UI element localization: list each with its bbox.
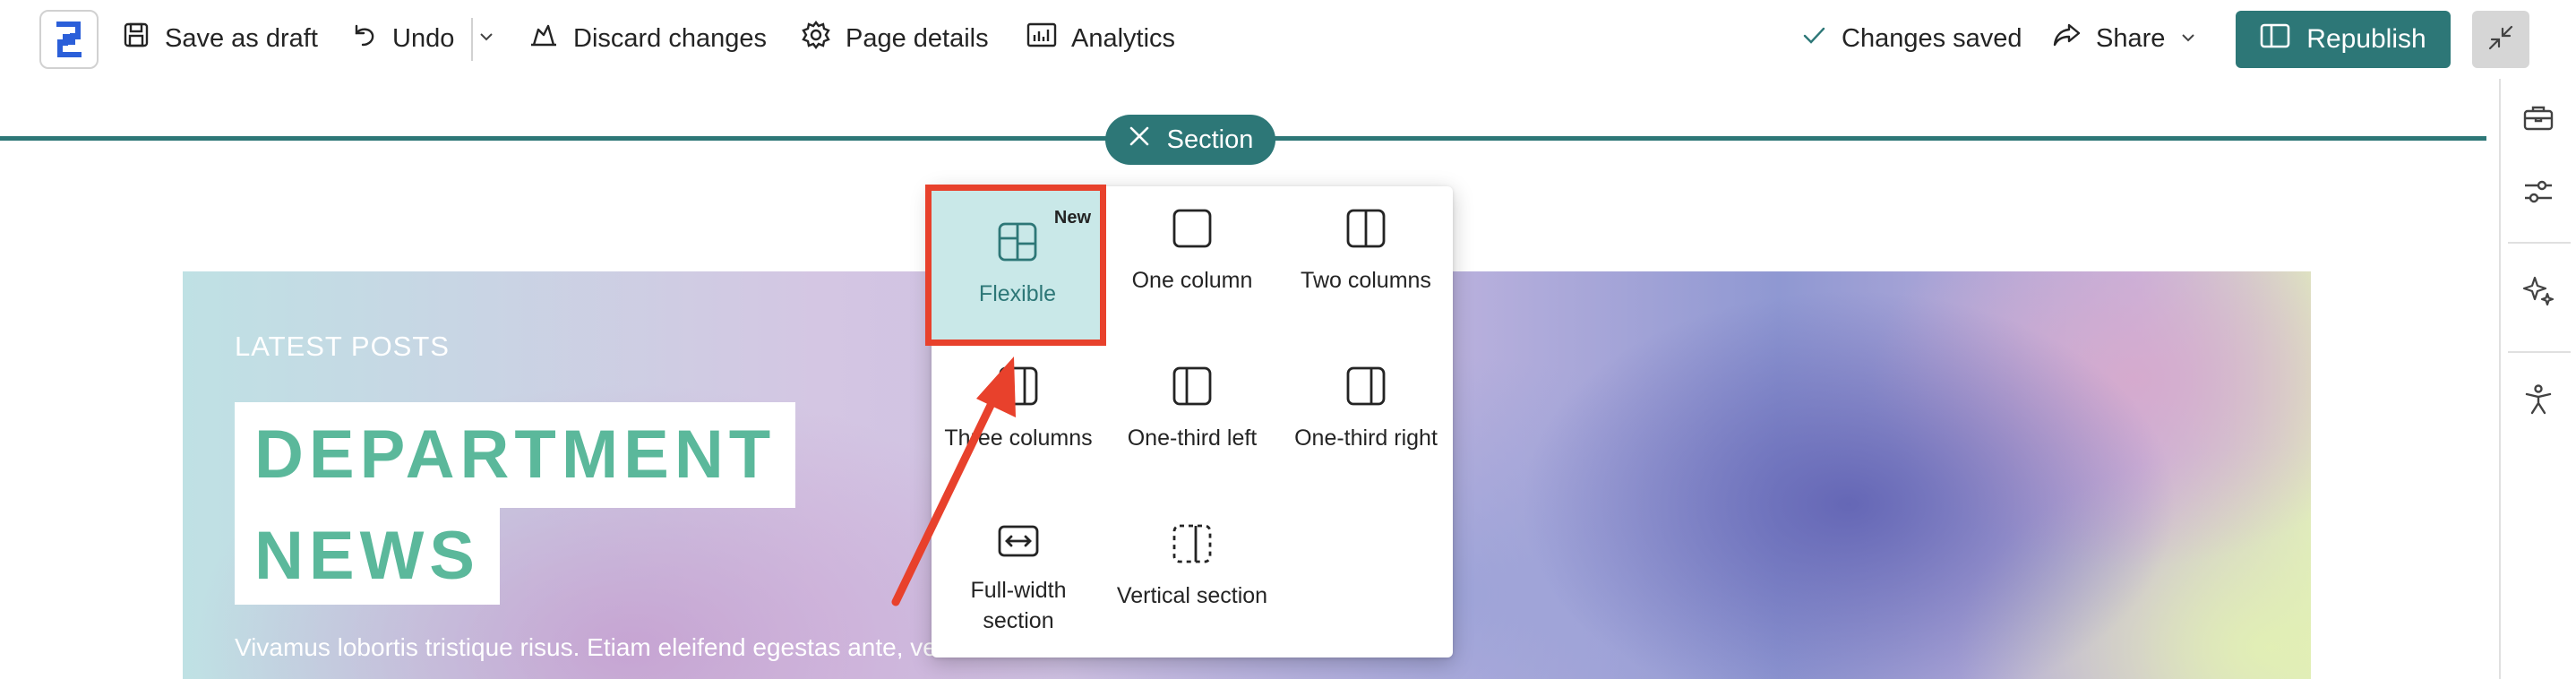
- gear-icon: [801, 20, 831, 57]
- one-third-left-icon: [1172, 365, 1213, 423]
- discard-icon: [528, 21, 559, 56]
- layout-option-one-third-right[interactable]: One-third right: [1279, 365, 1453, 453]
- layout-option-label: Vertical section: [1116, 583, 1268, 608]
- collapse-button[interactable]: [2472, 11, 2529, 68]
- save-as-draft-button[interactable]: Save as draft: [122, 18, 318, 59]
- layout-option-full-width-section[interactable]: Full-width section: [932, 523, 1105, 636]
- sparkle-icon: [2522, 274, 2555, 311]
- chevron-down-icon: [477, 28, 495, 50]
- accessibility-icon: [2523, 383, 2554, 420]
- undo-label: Undo: [392, 23, 455, 53]
- rail-divider: [2508, 351, 2571, 353]
- layout-option-label-line-2: section: [983, 608, 1054, 633]
- full-width-icon: [997, 523, 1040, 575]
- save-as-draft-label: Save as draft: [165, 23, 318, 53]
- layout-option-flexible[interactable]: New Flexible: [932, 186, 1103, 344]
- collapse-icon: [2486, 23, 2515, 56]
- layout-option-label-line-1: Full-width: [970, 578, 1067, 603]
- new-badge: New: [1053, 208, 1091, 228]
- republish-button[interactable]: Republish: [2236, 11, 2451, 68]
- vertical-section-icon: [1172, 523, 1213, 580]
- layout-option-label: One-third left: [1127, 425, 1258, 451]
- undo-button[interactable]: Undo: [349, 18, 454, 59]
- layout-option-label: One-third right: [1294, 425, 1438, 451]
- save-status: Changes saved: [1800, 18, 2022, 59]
- discard-changes-button[interactable]: Discard changes: [528, 18, 767, 59]
- copilot-button[interactable]: [2501, 260, 2576, 324]
- command-bar: Save as draft Undo Discard changes Page …: [0, 0, 2576, 79]
- flexible-layout-icon: [997, 221, 1038, 279]
- one-column-icon: [1172, 208, 1213, 265]
- hero-title-line-2: NEWS: [235, 508, 500, 605]
- hero-title-line-1: DEPARTMENT: [235, 402, 796, 508]
- layout-option-label: One column: [1131, 268, 1253, 293]
- section-toolbar-button[interactable]: Section: [1105, 115, 1275, 165]
- layout-option-label: Flexible: [978, 281, 1057, 306]
- layout-option-label: Three columns: [944, 425, 1093, 451]
- share-icon: [2051, 21, 2082, 56]
- rail-divider: [2508, 242, 2571, 244]
- two-columns-icon: [1345, 208, 1387, 265]
- accessibility-button[interactable]: [2501, 369, 2576, 434]
- checkmark-icon: [1800, 21, 1827, 56]
- share-button[interactable]: Share: [2051, 18, 2197, 59]
- analytics-label: Analytics: [1071, 23, 1176, 53]
- close-icon: [1128, 125, 1151, 155]
- page-details-button[interactable]: Page details: [801, 18, 989, 59]
- book-open-icon: [2260, 22, 2290, 56]
- layout-option-two-columns[interactable]: Two columns: [1279, 208, 1453, 296]
- hero-body-text: Vivamus lobortis tristique risus. Etiam …: [235, 633, 937, 661]
- analytics-button[interactable]: Analytics: [1026, 18, 1175, 59]
- discard-changes-label: Discard changes: [573, 23, 767, 53]
- republish-label: Republish: [2306, 24, 2426, 54]
- layout-option-one-third-left[interactable]: One-third left: [1105, 365, 1279, 453]
- page-details-label: Page details: [846, 23, 989, 53]
- sharepoint-logo-icon[interactable]: [39, 10, 99, 69]
- section-layout-menu: New Flexible One column Two columns Thre…: [932, 186, 1453, 658]
- hero-kicker: LATEST POSTS: [235, 331, 450, 362]
- sliders-icon: [2522, 176, 2555, 211]
- toolbox-button[interactable]: [2501, 88, 2576, 152]
- undo-dropdown-button[interactable]: [473, 25, 500, 52]
- save-status-label: Changes saved: [1842, 23, 2022, 53]
- chevron-down-icon: [2179, 24, 2197, 54]
- toolbox-icon: [2522, 104, 2555, 137]
- layout-option-label: Two columns: [1301, 268, 1431, 293]
- layout-option-three-columns[interactable]: Three columns: [932, 365, 1105, 453]
- three-columns-icon: [998, 365, 1039, 423]
- layout-option-vertical-section[interactable]: Vertical section: [1105, 523, 1279, 611]
- right-toolbar: [2499, 79, 2576, 679]
- properties-button[interactable]: [2501, 161, 2576, 226]
- undo-icon: [349, 21, 378, 56]
- save-icon: [122, 21, 150, 56]
- share-label: Share: [2096, 23, 2166, 53]
- section-toolbar-label: Section: [1166, 125, 1254, 154]
- chart-icon: [1026, 21, 1057, 56]
- one-third-right-icon: [1345, 365, 1387, 423]
- layout-option-one-column[interactable]: One column: [1105, 208, 1279, 296]
